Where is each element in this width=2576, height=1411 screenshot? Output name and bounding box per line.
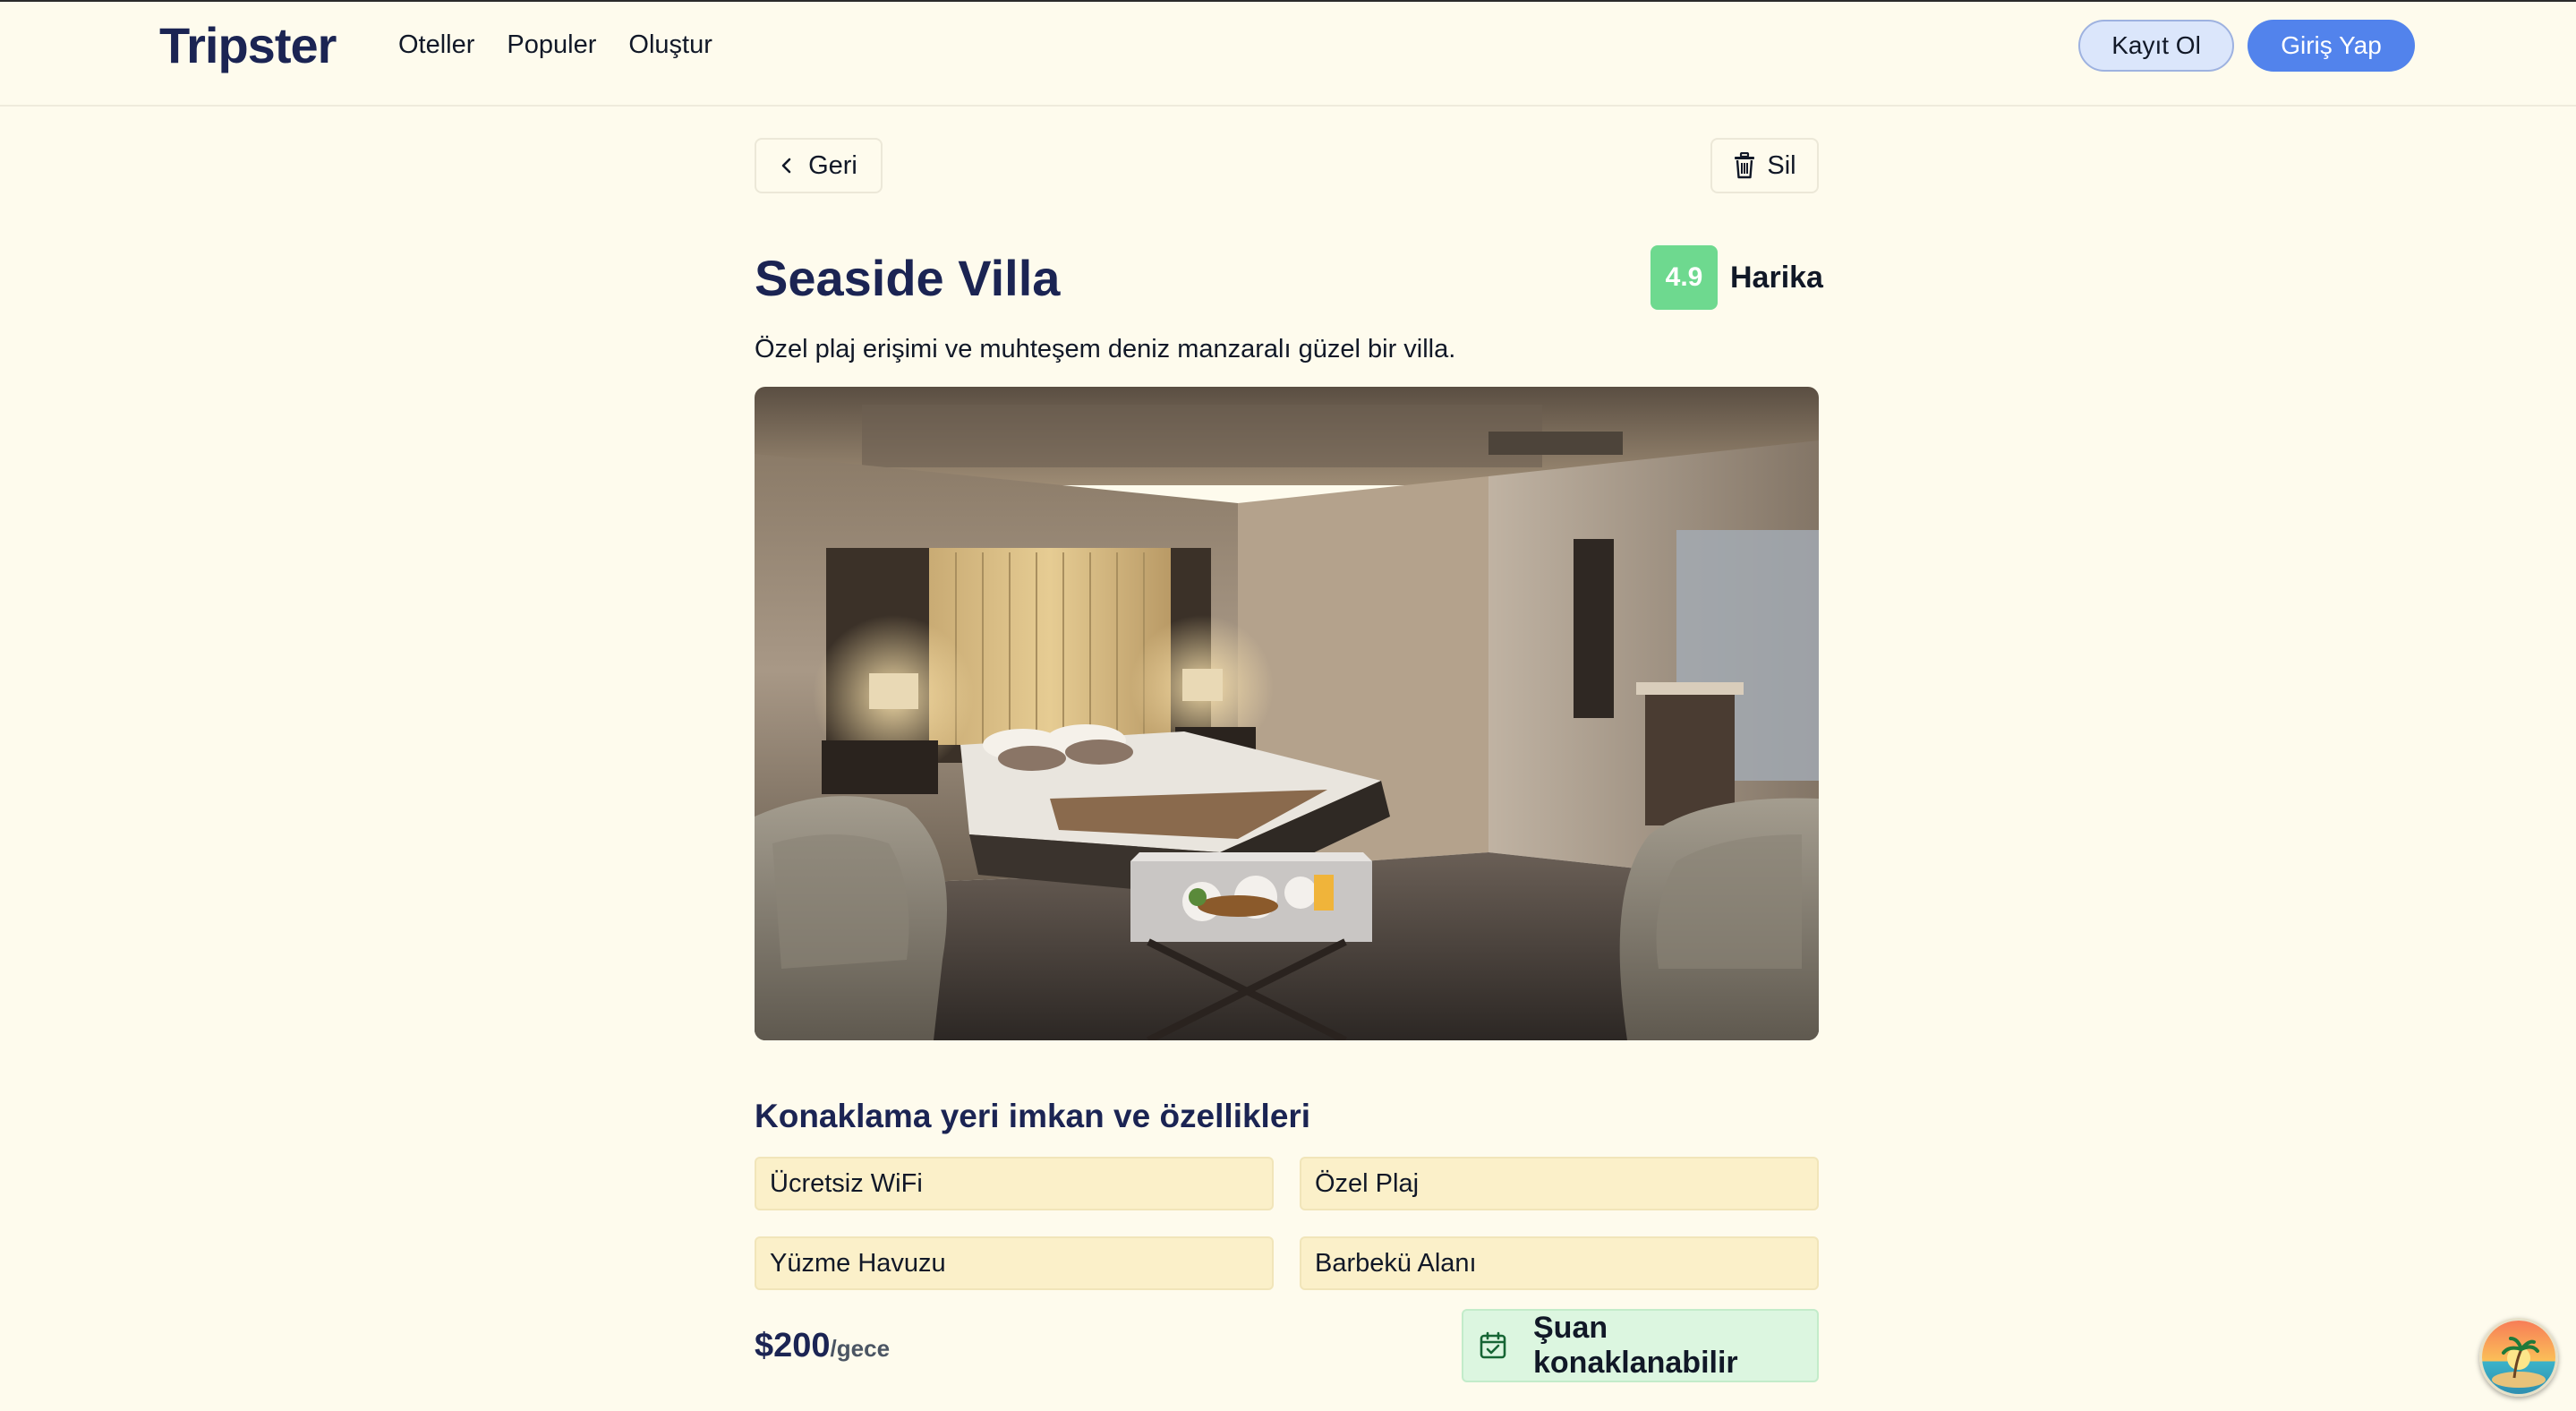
nav-link-popular[interactable]: Populer — [507, 29, 596, 61]
availability-label: Şuan konaklanabilir — [1533, 1311, 1738, 1380]
availability-badge: Şuan konaklanabilir — [1462, 1309, 1819, 1382]
back-button-label: Geri — [808, 150, 857, 180]
trash-icon — [1733, 152, 1756, 179]
amenity-item: Ücretsiz WiFi — [755, 1157, 1274, 1210]
chevron-left-icon — [780, 157, 794, 175]
amenities-grid: Ücretsiz WiFi Özel Plaj Yüzme Havuzu Bar… — [755, 1157, 1819, 1290]
rating-badge: 4.9 — [1651, 245, 1718, 310]
amenity-item: Yüzme Havuzu — [755, 1236, 1274, 1290]
nav-link-hotels[interactable]: Oteller — [398, 29, 474, 61]
hotel-image — [755, 387, 1819, 1040]
top-navbar: Tripster Oteller Populer Oluştur Kayıt O… — [0, 2, 2576, 107]
amenities-title: Konaklama yeri imkan ve özellikleri — [755, 1098, 1311, 1134]
price: $200 /gece — [755, 1327, 890, 1365]
island-logo-icon — [2482, 1321, 2555, 1394]
main-nav: Oteller Populer Oluştur — [398, 29, 712, 61]
price-unit: /gece — [830, 1335, 891, 1362]
delete-button[interactable]: Sil — [1710, 138, 1819, 193]
brand-logo[interactable]: Tripster — [159, 14, 337, 77]
amenity-item: Barbekü Alanı — [1300, 1236, 1819, 1290]
hotel-description: Özel plaj erişimi ve muhteşem deniz manz… — [755, 335, 1456, 363]
price-amount: $200 — [755, 1327, 831, 1364]
rating-label: Harika — [1730, 261, 1823, 295]
nav-link-create[interactable]: Oluştur — [628, 29, 712, 61]
back-button[interactable]: Geri — [755, 138, 883, 193]
floating-avatar[interactable] — [2479, 1318, 2558, 1397]
hotel-title: Seaside Villa — [755, 250, 1061, 306]
register-button[interactable]: Kayıt Ol — [2078, 20, 2234, 72]
amenity-item: Özel Plaj — [1300, 1157, 1819, 1210]
login-button[interactable]: Giriş Yap — [2248, 20, 2415, 72]
calendar-check-icon — [1478, 1330, 1508, 1361]
delete-button-label: Sil — [1767, 150, 1796, 180]
